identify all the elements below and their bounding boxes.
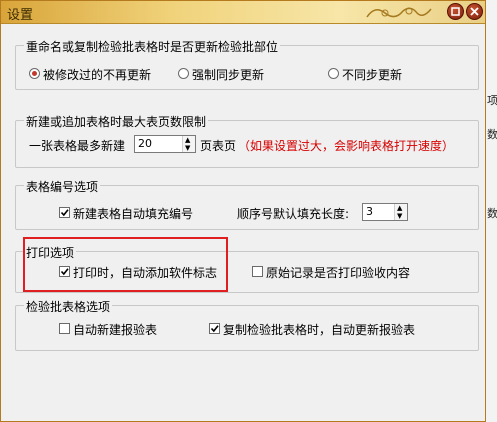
radio-force-sync[interactable] <box>178 68 189 79</box>
radio-keep-modified[interactable] <box>29 68 40 79</box>
max-pages-warning: （如果设置过大，会影响表格打开速度） <box>238 139 455 153</box>
background-glyph: 数 <box>487 207 497 220</box>
annotation-highlight <box>23 237 228 292</box>
close-button[interactable] <box>466 3 483 20</box>
settings-dialog: 设置 重命名或复制检验批表格时是否更新检验批部位 被修改过的不再更新 强制同步更… <box>0 0 486 422</box>
checkmark-icon <box>60 209 69 217</box>
group-rename-legend: 重命名或复制检验批表格时是否更新检验批部位 <box>24 38 281 55</box>
auto-fill-number-checkbox[interactable] <box>59 207 70 218</box>
max-pages-spinner[interactable]: 20 ▲ ▼ <box>134 135 196 153</box>
group-pages-legend: 新建或追加表格时最大表页数限制 <box>24 113 209 130</box>
close-icon <box>470 7 479 16</box>
auto-create-label: 自动新建报验表 <box>73 323 158 337</box>
group-inspection-legend: 检验批表格选项 <box>24 298 113 315</box>
minimize-icon <box>451 7 460 16</box>
auto-create-checkbox[interactable] <box>59 323 70 334</box>
background-glyph: 数 <box>487 128 497 141</box>
copy-update-label: 复制检验批表格时，自动更新报验表 <box>223 323 416 337</box>
title-bar[interactable]: 设置 <box>1 1 485 24</box>
background-glyph: 项 <box>487 94 497 107</box>
spinner-arrows[interactable]: ▲ ▼ <box>394 204 407 220</box>
seq-length-spinner[interactable]: 3 ▲ ▼ <box>362 203 408 221</box>
radio-force-sync-label: 强制同步更新 <box>192 68 265 82</box>
spin-down-icon[interactable]: ▼ <box>185 144 190 152</box>
spin-up-icon[interactable]: ▲ <box>185 136 190 144</box>
spin-up-icon[interactable]: ▲ <box>397 204 402 212</box>
radio-no-sync-label: 不同步更新 <box>342 68 403 82</box>
max-pages-suffix: 页表页 <box>200 139 237 153</box>
radio-keep-modified-label: 被修改过的不再更新 <box>43 68 152 82</box>
max-pages-value: 20 <box>138 137 152 150</box>
checkmark-icon <box>210 325 219 333</box>
ornament-icon <box>366 7 432 18</box>
print-original-label: 原始记录是否打印验收内容 <box>266 266 411 280</box>
spinner-arrows[interactable]: ▲ ▼ <box>182 136 195 152</box>
radio-no-sync[interactable] <box>328 68 339 79</box>
group-numbering-legend: 表格编号选项 <box>24 178 101 195</box>
window-title: 设置 <box>7 8 34 23</box>
auto-fill-number-label: 新建表格自动填充编号 <box>73 207 194 221</box>
minimize-button[interactable] <box>447 3 464 20</box>
seq-length-label: 顺序号默认填充长度: <box>237 207 350 221</box>
copy-update-checkbox[interactable] <box>209 323 220 334</box>
max-pages-prefix: 一张表格最多新建 <box>29 139 126 153</box>
spin-down-icon[interactable]: ▼ <box>397 212 402 220</box>
seq-length-value: 3 <box>366 205 373 218</box>
print-original-checkbox[interactable] <box>252 266 263 277</box>
